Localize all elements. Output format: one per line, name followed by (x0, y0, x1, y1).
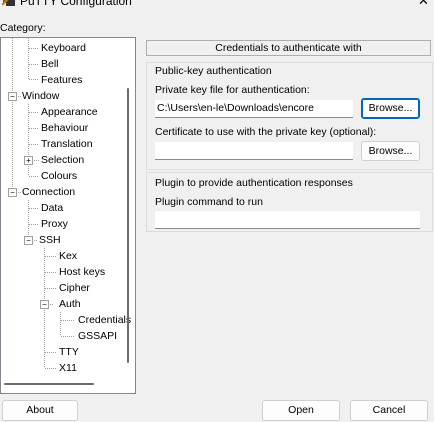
tree-item-cipher[interactable]: Cipher (59, 281, 90, 295)
panel-header: Credentials to authenticate with (146, 40, 431, 56)
plugin-group-label: Plugin to provide authentication respons… (155, 177, 353, 189)
tree-horizontal-scrollbar[interactable] (4, 383, 94, 385)
tree-item-ssh[interactable]: SSH (39, 233, 61, 247)
collapse-auth-icon[interactable]: − (40, 300, 49, 309)
category-tree[interactable]: Keyboard Bell Features − Window Appearan… (0, 37, 136, 394)
tree-item-connection[interactable]: Connection (22, 185, 75, 199)
tree-item-x11[interactable]: X11 (59, 361, 77, 375)
plugin-command-field[interactable] (155, 211, 420, 229)
private-key-label: Private key file for authentication: (155, 84, 310, 96)
pubkey-group-label: Public-key authentication (155, 65, 272, 77)
collapse-window-icon[interactable]: − (8, 92, 17, 101)
close-icon[interactable]: ✕ (418, 0, 429, 7)
tree-item-behaviour[interactable]: Behaviour (41, 121, 88, 135)
open-button[interactable]: Open (262, 400, 340, 421)
cancel-button[interactable]: Cancel (350, 400, 428, 421)
tree-item-features[interactable]: Features (41, 73, 82, 87)
tree-item-appearance[interactable]: Appearance (41, 105, 98, 119)
tree-item-window[interactable]: Window (22, 89, 59, 103)
tree-item-gssapi[interactable]: GSSAPI (78, 329, 117, 343)
about-button[interactable]: About (2, 400, 78, 421)
tree-item-translation[interactable]: Translation (41, 137, 93, 151)
tree-item-host-keys[interactable]: Host keys (59, 265, 105, 279)
tree-item-auth[interactable]: Auth (59, 297, 81, 311)
tree-item-keyboard[interactable]: Keyboard (41, 41, 86, 55)
collapse-ssh-icon[interactable]: − (24, 236, 33, 245)
tree-item-selection[interactable]: Selection (41, 153, 84, 167)
tree-item-kex[interactable]: Kex (59, 249, 77, 263)
expand-selection-icon[interactable]: + (24, 156, 33, 165)
certificate-label: Certificate to use with the private key … (155, 126, 377, 138)
browse-private-key-button[interactable]: Browse... (361, 98, 420, 119)
category-label: Category: (0, 22, 46, 34)
tree-vertical-scrollbar[interactable] (127, 88, 129, 363)
certificate-file-field[interactable] (155, 142, 353, 160)
title-bar: PuTTY Configuration ✕ (0, 0, 434, 10)
tree-item-tty[interactable]: TTY (59, 345, 79, 359)
tree-item-proxy[interactable]: Proxy (41, 217, 68, 231)
browse-certificate-button[interactable]: Browse... (361, 141, 420, 161)
window-title: PuTTY Configuration (20, 0, 132, 8)
collapse-connection-icon[interactable]: − (8, 188, 17, 197)
tree-item-bell[interactable]: Bell (41, 57, 59, 71)
tree-item-colours[interactable]: Colours (41, 169, 77, 183)
tree-item-credentials[interactable]: Credentials (78, 313, 131, 327)
tree-item-data[interactable]: Data (41, 201, 63, 215)
plugin-command-label: Plugin command to run (155, 196, 263, 208)
private-key-file-field[interactable]: C:\Users\en-le\Downloads\encore (155, 100, 353, 118)
putty-app-icon (2, 0, 15, 6)
